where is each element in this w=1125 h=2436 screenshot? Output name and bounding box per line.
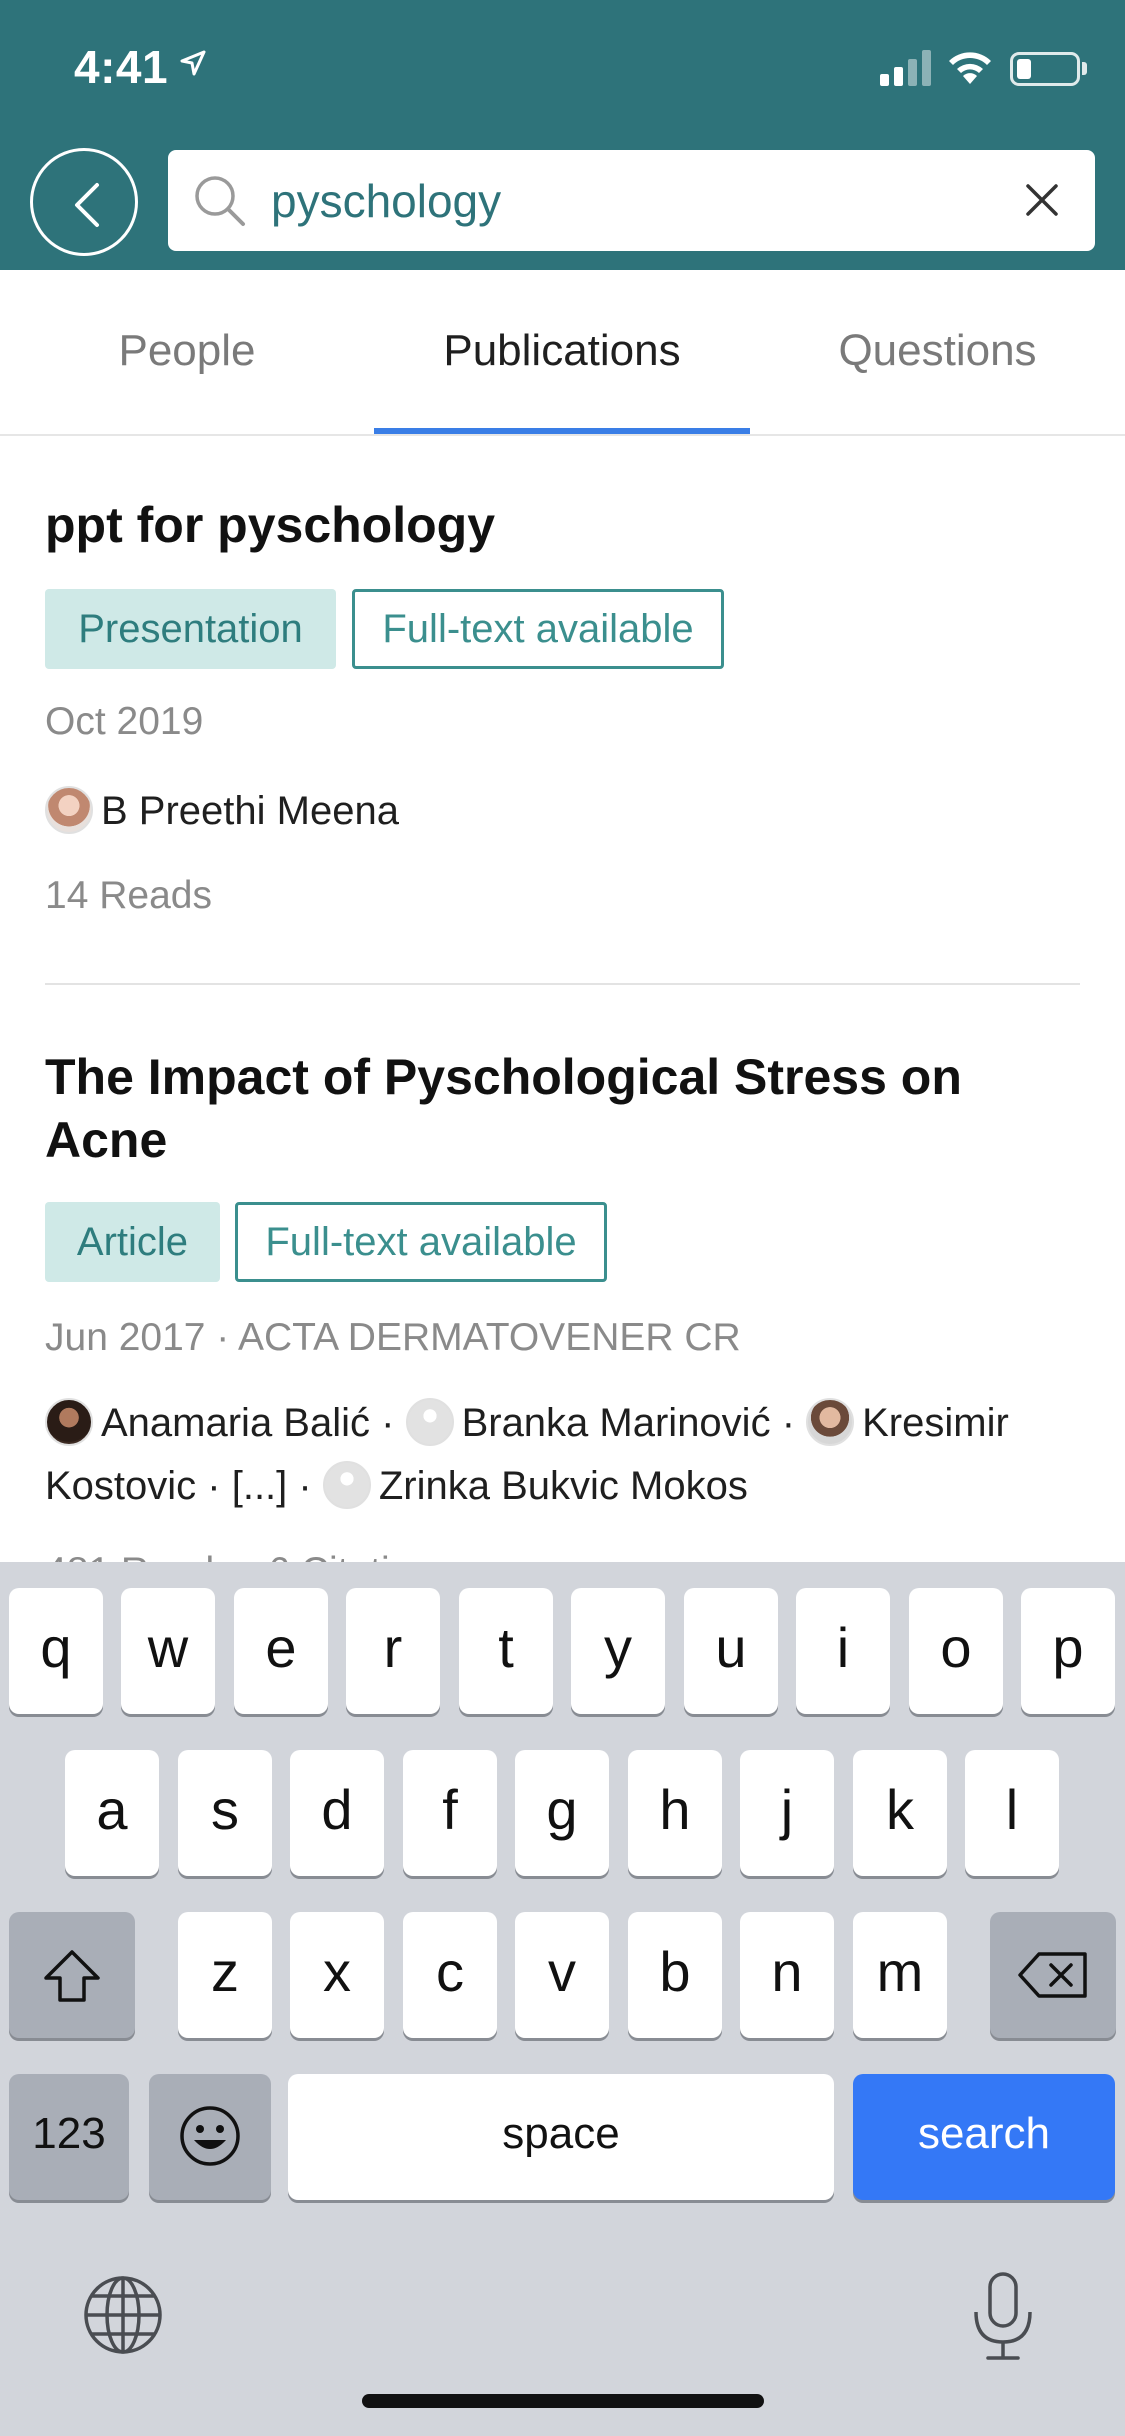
emoji-key[interactable] bbox=[149, 2074, 271, 2200]
active-tab-indicator bbox=[374, 428, 750, 434]
divider bbox=[45, 983, 1080, 985]
full-text-badge: Full-text available bbox=[235, 1202, 607, 1282]
tab-people[interactable]: People bbox=[0, 326, 374, 376]
search-icon bbox=[195, 176, 245, 226]
battery-icon bbox=[1010, 52, 1080, 86]
author-separator: · bbox=[370, 1401, 406, 1445]
key-s[interactable]: s bbox=[178, 1750, 272, 1876]
publication-title[interactable]: ppt for pyschology bbox=[45, 494, 1085, 557]
key-h[interactable]: h bbox=[628, 1750, 722, 1876]
author-name[interactable]: Anamaria Balić bbox=[101, 1401, 370, 1445]
author-name[interactable]: B Preethi Meena bbox=[101, 789, 399, 833]
back-button[interactable] bbox=[30, 148, 138, 256]
publication-date: Oct 2019 bbox=[45, 700, 204, 743]
on-screen-keyboard: q w e r t y u i o p a s d f g h j k l z … bbox=[0, 1562, 1125, 2436]
key-e[interactable]: e bbox=[234, 1588, 328, 1714]
app-header: 4:41 pyschology bbox=[0, 0, 1125, 270]
battery-tip bbox=[1082, 62, 1087, 75]
wifi-icon bbox=[949, 52, 991, 84]
key-l[interactable]: l bbox=[965, 1750, 1059, 1876]
avatar bbox=[322, 1461, 371, 1509]
key-g[interactable]: g bbox=[515, 1750, 609, 1876]
backspace-icon bbox=[1018, 1952, 1087, 1998]
publication-type-badge: Presentation bbox=[45, 589, 336, 669]
shift-key[interactable] bbox=[9, 1912, 135, 2038]
search-query[interactable]: pyschology bbox=[271, 174, 501, 228]
key-x[interactable]: x bbox=[290, 1912, 384, 2038]
author-list: Anamaria Balić · Branka Marinović · Kres… bbox=[45, 1392, 1095, 1518]
key-o[interactable]: o bbox=[909, 1588, 1003, 1714]
key-r[interactable]: r bbox=[346, 1588, 440, 1714]
key-u[interactable]: u bbox=[684, 1588, 778, 1714]
key-n[interactable]: n bbox=[740, 1912, 834, 2038]
key-t[interactable]: t bbox=[459, 1588, 553, 1714]
more-authors[interactable]: [...] bbox=[232, 1464, 288, 1508]
publication-meta: Jun 2017 · ACTA DERMATOVENER CR bbox=[45, 1316, 741, 1359]
key-b[interactable]: b bbox=[628, 1912, 722, 2038]
key-y[interactable]: y bbox=[571, 1588, 665, 1714]
search-input[interactable]: pyschology bbox=[168, 150, 1095, 251]
results-tabs: People Publications Questions bbox=[0, 270, 1125, 436]
key-p[interactable]: p bbox=[1021, 1588, 1115, 1714]
publication-type-badge: Article bbox=[45, 1202, 220, 1282]
microphone-icon[interactable] bbox=[970, 2270, 1036, 2362]
avatar bbox=[806, 1398, 855, 1446]
publication-title[interactable]: The Impact of Pyschological Stress on Ac… bbox=[45, 1046, 1085, 1172]
backspace-key[interactable] bbox=[990, 1912, 1116, 2038]
key-f[interactable]: f bbox=[403, 1750, 497, 1876]
key-z[interactable]: z bbox=[178, 1912, 272, 2038]
author-name[interactable]: Zrinka Bukvic Mokos bbox=[379, 1464, 748, 1508]
tab-questions[interactable]: Questions bbox=[750, 326, 1125, 376]
tab-publications[interactable]: Publications bbox=[374, 326, 750, 376]
avatar bbox=[405, 1398, 454, 1446]
avatar bbox=[45, 786, 93, 834]
avatar bbox=[45, 1398, 93, 1446]
author-name[interactable]: Branka Marinović bbox=[462, 1401, 771, 1445]
key-a[interactable]: a bbox=[65, 1750, 159, 1876]
full-text-badge: Full-text available bbox=[352, 589, 724, 669]
location-arrow-icon bbox=[180, 50, 206, 76]
key-c[interactable]: c bbox=[403, 1912, 497, 2038]
key-k[interactable]: k bbox=[853, 1750, 947, 1876]
home-indicator[interactable] bbox=[362, 2394, 764, 2408]
key-v[interactable]: v bbox=[515, 1912, 609, 2038]
globe-icon[interactable] bbox=[82, 2274, 164, 2356]
shift-icon bbox=[44, 1950, 100, 2002]
author-separator: · bbox=[196, 1464, 232, 1508]
key-w[interactable]: w bbox=[121, 1588, 215, 1714]
back-arrow-icon bbox=[75, 183, 99, 227]
publication-stats: 14 Reads bbox=[45, 874, 212, 917]
author-separator: · bbox=[287, 1464, 323, 1508]
search-key[interactable]: search bbox=[853, 2074, 1115, 2200]
emoji-icon bbox=[180, 2106, 240, 2166]
numbers-key[interactable]: 123 bbox=[9, 2074, 129, 2200]
key-j[interactable]: j bbox=[740, 1750, 834, 1876]
key-m[interactable]: m bbox=[853, 1912, 947, 2038]
author-separator: · bbox=[770, 1401, 807, 1445]
key-q[interactable]: q bbox=[9, 1588, 103, 1714]
clear-icon[interactable] bbox=[1025, 183, 1059, 217]
space-key[interactable]: space bbox=[288, 2074, 834, 2200]
key-i[interactable]: i bbox=[796, 1588, 890, 1714]
signal-icon bbox=[880, 50, 931, 86]
key-d[interactable]: d bbox=[290, 1750, 384, 1876]
author-list: B Preethi Meena bbox=[45, 780, 1095, 843]
status-time: 4:41 bbox=[74, 41, 169, 93]
